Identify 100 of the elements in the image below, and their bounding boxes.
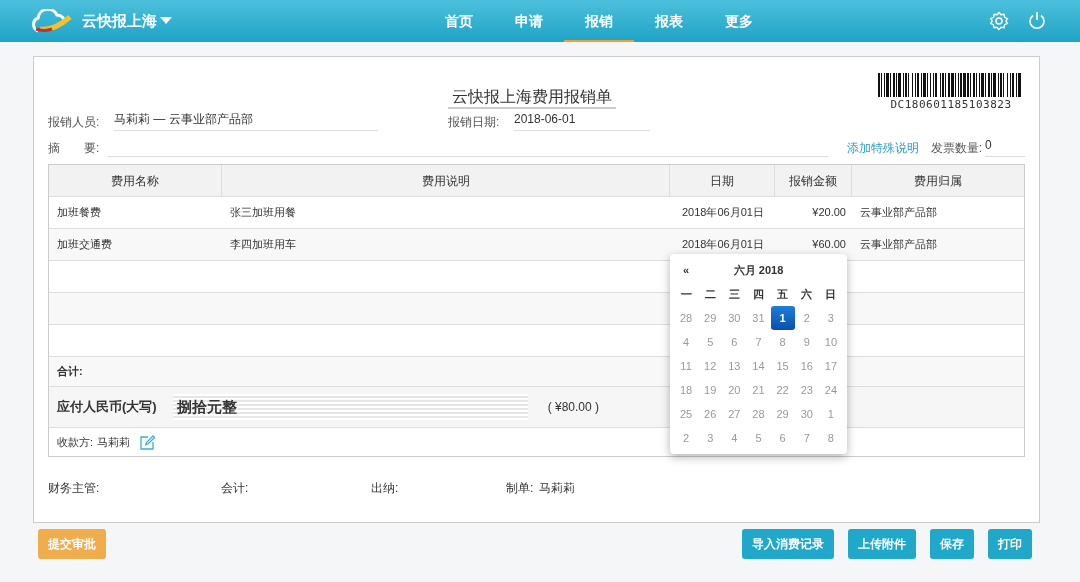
payee-name: 马莉莉 (97, 434, 131, 450)
calendar-day[interactable]: 18 (674, 378, 699, 402)
signature-name: 马莉莉 (539, 480, 576, 497)
calendar-day[interactable]: 7 (794, 426, 819, 450)
calendar-day[interactable]: 1 (818, 402, 843, 426)
calendar-day[interactable]: 26 (698, 402, 723, 426)
amount-figure: ( ¥80.00 ) (547, 399, 600, 416)
calendar-day[interactable]: 3 (698, 426, 723, 450)
weekday-label: 三 (727, 286, 741, 302)
previous-month-button[interactable]: « (674, 258, 699, 282)
calendar-day[interactable]: 17 (818, 354, 843, 378)
payee-label: 收款方: (56, 434, 94, 450)
caret-icon[interactable] (160, 17, 172, 25)
invoice-count-field[interactable]: 0 (985, 136, 1025, 157)
column-header: 费用说明 (222, 165, 670, 196)
signature-label: 财务主管: (48, 480, 100, 497)
submit-button[interactable]: 提交审批 (38, 529, 106, 559)
calendar-day[interactable]: 24 (818, 378, 843, 402)
column-header: 费用归属 (913, 173, 963, 190)
calendar-day[interactable]: 28 (674, 306, 699, 330)
signature-label: 出纳: (371, 480, 399, 497)
nav-tab[interactable]: 报销 (564, 0, 634, 42)
action-button[interactable]: 上传附件 (848, 529, 916, 559)
calendar-day[interactable]: 30 (722, 306, 747, 330)
weekday-label: 五 (776, 286, 790, 302)
field-label: 摘 要: (48, 140, 101, 157)
field-label: 发票数量: (930, 140, 982, 157)
form-title: 云快报上海费用报销单 (448, 85, 616, 109)
table-cell-text: 2018年06月01日 (681, 237, 765, 253)
calendar-day[interactable]: 9 (794, 330, 819, 354)
table-cell-text: ¥60.00 (811, 237, 847, 253)
power-icon[interactable] (1027, 11, 1047, 31)
nav-tab[interactable]: 首页 (424, 0, 494, 42)
calendar-day[interactable]: 6 (722, 330, 747, 354)
calendar-day[interactable]: 8 (770, 330, 795, 354)
calendar-day[interactable]: 6 (770, 426, 795, 450)
calendar-day[interactable]: 20 (722, 378, 747, 402)
calendar-day[interactable]: 31 (746, 306, 771, 330)
calendar-day[interactable]: 4 (722, 426, 747, 450)
table-cell-text: 李四加班用车 (229, 237, 297, 253)
barcode-number: DC180601185103823 (889, 99, 1013, 110)
table-cell-text: 张三加班用餐 (229, 205, 297, 221)
calendar-day[interactable]: 10 (818, 330, 843, 354)
calendar-day[interactable]: 27 (722, 402, 747, 426)
calendar-day[interactable]: 13 (722, 354, 747, 378)
table-cell-text: 加班餐费 (56, 205, 102, 221)
calendar-day[interactable]: 4 (674, 330, 699, 354)
weekday-label: 日 (824, 286, 838, 302)
table-cell-text: 云事业部产品部 (859, 237, 938, 253)
calendar-day[interactable]: 30 (794, 402, 819, 426)
capital-label: 应付人民币(大写) (56, 398, 157, 417)
calendar-day[interactable]: 22 (770, 378, 795, 402)
nav-tab[interactable]: 更多 (704, 0, 774, 42)
edit-icon[interactable] (140, 434, 156, 450)
table-cell-text: 加班交通费 (56, 237, 113, 253)
month-title[interactable]: 六月 2018 (698, 258, 819, 282)
nav-tab[interactable]: 申请 (494, 0, 564, 42)
calendar-day[interactable]: 5 (698, 330, 723, 354)
calendar-day[interactable]: 7 (746, 330, 771, 354)
action-button[interactable]: 保存 (930, 529, 974, 559)
calendar-day[interactable]: 1 (770, 306, 795, 330)
total-label: 合计: (56, 364, 83, 380)
table-cell-text: 2018年06月01日 (681, 205, 765, 221)
settings-icon[interactable] (989, 11, 1009, 31)
calendar-day[interactable]: 15 (770, 354, 795, 378)
add-note-link[interactable]: 添加特殊说明 (846, 139, 919, 157)
date-field[interactable]: 2018-06-01 (514, 110, 650, 131)
weekday-label: 六 (800, 286, 814, 302)
calendar-day[interactable]: 16 (794, 354, 819, 378)
column-header: 日期 (670, 165, 775, 196)
field-label: 报销人员: (48, 114, 101, 131)
calendar-day[interactable]: 12 (698, 354, 723, 378)
action-button[interactable]: 导入消费记录 (742, 529, 834, 559)
weekday-label: 二 (703, 286, 717, 302)
calendar-day[interactable]: 5 (746, 426, 771, 450)
calendar-day[interactable]: 29 (770, 402, 795, 426)
calendar-day[interactable]: 19 (698, 378, 723, 402)
field-label: 报销日期: (448, 114, 501, 131)
calendar-day[interactable]: 23 (794, 378, 819, 402)
calendar-day[interactable]: 11 (674, 354, 699, 378)
calendar-day[interactable]: 2 (674, 426, 699, 450)
table-cell-text: ¥20.00 (811, 205, 847, 221)
calendar-day[interactable]: 8 (818, 426, 843, 450)
applicant-field[interactable]: 马莉莉 — 云事业部产品部 (114, 110, 378, 131)
brand-name[interactable]: 云快报上海 (82, 9, 157, 33)
weekday-label: 一 (679, 286, 693, 302)
column-header: 报销金额 (775, 165, 852, 196)
action-button[interactable]: 打印 (988, 529, 1032, 559)
calendar-day[interactable]: 14 (746, 354, 771, 378)
calendar-day[interactable]: 29 (698, 306, 723, 330)
calendar-day[interactable]: 3 (818, 306, 843, 330)
calendar-day[interactable]: 28 (746, 402, 771, 426)
cloud-logo-icon (30, 9, 74, 33)
calendar-day[interactable]: 21 (746, 378, 771, 402)
column-header: 费用名称 (49, 165, 222, 196)
nav-tab[interactable]: 报表 (634, 0, 704, 42)
signature-label: 会计: (221, 480, 249, 497)
calendar-day[interactable]: 25 (674, 402, 699, 426)
calendar-day[interactable]: 2 (794, 306, 819, 330)
table-cell-text: 云事业部产品部 (859, 205, 938, 221)
